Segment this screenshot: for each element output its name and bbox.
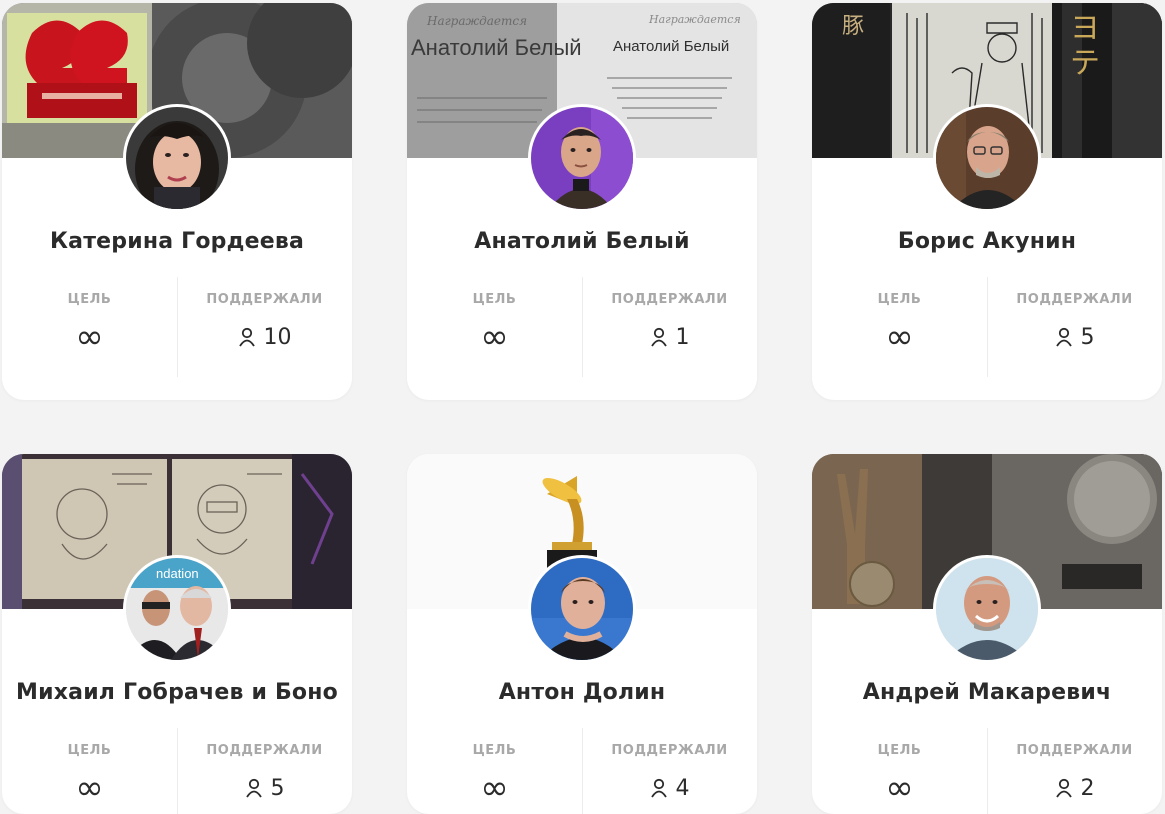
goal-stat: ЦЕЛЬ ∞ bbox=[2, 277, 177, 377]
supporters-count: 4 bbox=[675, 775, 690, 801]
person-icon bbox=[650, 327, 667, 347]
fundraiser-grid: Катерина Гордеева ЦЕЛЬ ∞ ПОДДЕРЖАЛИ 10 Н… bbox=[0, 0, 1165, 814]
goal-label: ЦЕЛЬ bbox=[472, 292, 517, 307]
card-name[interactable]: Антон Долин bbox=[407, 680, 757, 705]
supporters-stat: ПОДДЕРЖАЛИ 4 bbox=[582, 728, 757, 814]
card-stats: ЦЕЛЬ ∞ ПОДДЕРЖАЛИ 1 bbox=[407, 277, 757, 377]
supporters-label: ПОДДЕРЖАЛИ bbox=[1016, 292, 1133, 307]
supporters-count: 10 bbox=[263, 324, 292, 350]
cover-subtitle-right: Награждается bbox=[648, 13, 741, 26]
infinity-icon: ∞ bbox=[885, 317, 914, 357]
supporters-value: 2 bbox=[987, 773, 1162, 803]
cover-title-right: Анатолий Белый bbox=[613, 38, 729, 55]
goal-value: ∞ bbox=[407, 768, 582, 808]
supporters-value: 1 bbox=[582, 322, 757, 352]
avatar bbox=[528, 555, 636, 663]
fundraiser-card[interactable]: 豚 ヨ テ Борис Акунин ЦЕЛЬ ∞ ПОДДЕРЖАЛИ 5 bbox=[812, 3, 1162, 400]
supporters-count: 5 bbox=[270, 775, 285, 801]
goal-stat: ЦЕЛЬ ∞ bbox=[407, 277, 582, 377]
cover-subtitle-left: Награждается bbox=[426, 14, 527, 28]
card-stats: ЦЕЛЬ ∞ ПОДДЕРЖАЛИ 2 bbox=[812, 728, 1162, 814]
supporters-value: 10 bbox=[177, 322, 352, 352]
person-icon bbox=[1055, 778, 1072, 798]
supporters-label: ПОДДЕРЖАЛИ bbox=[206, 743, 323, 758]
card-name[interactable]: Анатолий Белый bbox=[407, 229, 757, 254]
svg-text:豚: 豚 bbox=[842, 14, 864, 39]
goal-value: ∞ bbox=[2, 317, 177, 357]
infinity-icon: ∞ bbox=[480, 317, 509, 357]
person-icon bbox=[245, 778, 262, 798]
supporters-value: 4 bbox=[582, 773, 757, 803]
svg-text:テ: テ bbox=[1070, 46, 1100, 81]
svg-text:ndation: ndation bbox=[156, 566, 199, 581]
supporters-value: 5 bbox=[987, 322, 1162, 352]
goal-label: ЦЕЛЬ bbox=[67, 292, 112, 307]
card-name[interactable]: Андрей Макаревич bbox=[812, 680, 1162, 705]
goal-stat: ЦЕЛЬ ∞ bbox=[812, 277, 987, 377]
supporters-label: ПОДДЕРЖАЛИ bbox=[1016, 743, 1133, 758]
goal-label: ЦЕЛЬ bbox=[877, 292, 922, 307]
supporters-label: ПОДДЕРЖАЛИ bbox=[611, 743, 728, 758]
avatar bbox=[933, 104, 1041, 212]
card-stats: ЦЕЛЬ ∞ ПОДДЕРЖАЛИ 4 bbox=[407, 728, 757, 814]
supporters-stat: ПОДДЕРЖАЛИ 5 bbox=[177, 728, 352, 814]
goal-value: ∞ bbox=[407, 317, 582, 357]
fundraiser-card[interactable]: Награждается Анатолий Белый Награждается… bbox=[407, 3, 757, 400]
infinity-icon: ∞ bbox=[480, 768, 509, 808]
fundraiser-card[interactable]: Антон Долин ЦЕЛЬ ∞ ПОДДЕРЖАЛИ 4 bbox=[407, 454, 757, 814]
goal-label: ЦЕЛЬ bbox=[472, 743, 517, 758]
card-stats: ЦЕЛЬ ∞ ПОДДЕРЖАЛИ 5 bbox=[812, 277, 1162, 377]
supporters-label: ПОДДЕРЖАЛИ bbox=[206, 292, 323, 307]
supporters-label: ПОДДЕРЖАЛИ bbox=[611, 292, 728, 307]
infinity-icon: ∞ bbox=[75, 768, 104, 808]
goal-label: ЦЕЛЬ bbox=[877, 743, 922, 758]
fundraiser-card[interactable]: ndation Михаил Гобрачев и Боно ЦЕЛЬ ∞ ПО… bbox=[2, 454, 352, 814]
avatar bbox=[528, 104, 636, 212]
goal-value: ∞ bbox=[2, 768, 177, 808]
infinity-icon: ∞ bbox=[885, 768, 914, 808]
goal-value: ∞ bbox=[812, 317, 987, 357]
fundraiser-card[interactable]: Катерина Гордеева ЦЕЛЬ ∞ ПОДДЕРЖАЛИ 10 bbox=[2, 3, 352, 400]
person-icon bbox=[1055, 327, 1072, 347]
supporters-stat: ПОДДЕРЖАЛИ 5 bbox=[987, 277, 1162, 377]
card-stats: ЦЕЛЬ ∞ ПОДДЕРЖАЛИ 10 bbox=[2, 277, 352, 377]
card-name[interactable]: Михаил Гобрачев и Боно bbox=[2, 680, 352, 705]
person-icon bbox=[650, 778, 667, 798]
supporters-stat: ПОДДЕРЖАЛИ 1 bbox=[582, 277, 757, 377]
avatar bbox=[123, 104, 231, 212]
svg-text:ヨ: ヨ bbox=[1070, 11, 1100, 46]
goal-stat: ЦЕЛЬ ∞ bbox=[407, 728, 582, 814]
avatar: ndation bbox=[123, 555, 231, 663]
person-icon bbox=[238, 327, 255, 347]
fundraiser-card[interactable]: Андрей Макаревич ЦЕЛЬ ∞ ПОДДЕРЖАЛИ 2 bbox=[812, 454, 1162, 814]
card-name[interactable]: Катерина Гордеева bbox=[2, 229, 352, 254]
avatar bbox=[933, 555, 1041, 663]
goal-stat: ЦЕЛЬ ∞ bbox=[812, 728, 987, 814]
goal-stat: ЦЕЛЬ ∞ bbox=[2, 728, 177, 814]
card-stats: ЦЕЛЬ ∞ ПОДДЕРЖАЛИ 5 bbox=[2, 728, 352, 814]
card-name[interactable]: Борис Акунин bbox=[812, 229, 1162, 254]
goal-value: ∞ bbox=[812, 768, 987, 808]
supporters-count: 1 bbox=[675, 324, 690, 350]
supporters-count: 5 bbox=[1080, 324, 1095, 350]
supporters-count: 2 bbox=[1080, 775, 1095, 801]
cover-title-left: Анатолий Белый bbox=[411, 35, 582, 60]
goal-label: ЦЕЛЬ bbox=[67, 743, 112, 758]
supporters-stat: ПОДДЕРЖАЛИ 2 bbox=[987, 728, 1162, 814]
supporters-stat: ПОДДЕРЖАЛИ 10 bbox=[177, 277, 352, 377]
infinity-icon: ∞ bbox=[75, 317, 104, 357]
supporters-value: 5 bbox=[177, 773, 352, 803]
